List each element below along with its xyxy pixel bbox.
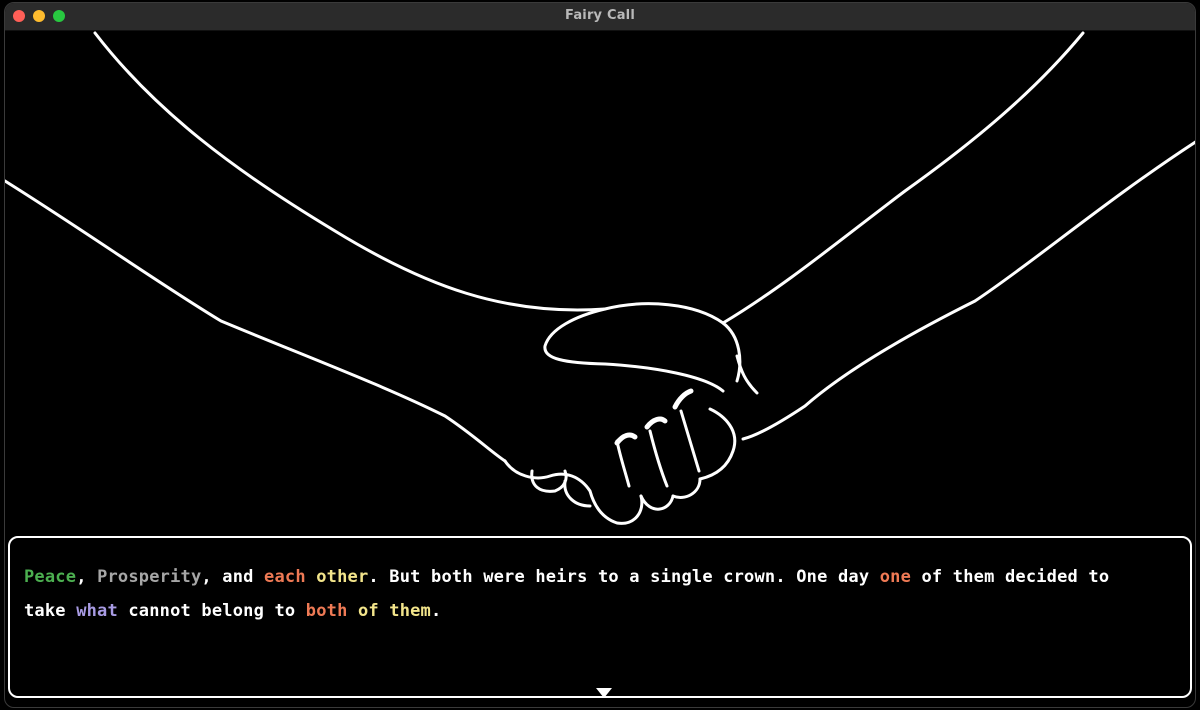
dialogue-segment [348,601,358,621]
dialogue-segment: both [305,601,348,621]
dialogue-segment: other [316,567,369,587]
title-bar: Fairy Call [5,3,1195,31]
dialogue-text: Peace, Prosperity, and each other. But b… [24,560,1150,628]
dialogue-segment: each [264,567,306,587]
dialogue-segment: what [76,601,118,621]
dialogue-segment: one [879,567,912,587]
dialogue-segment: . But both were heirs to a single crown.… [368,567,880,587]
dialogue-segment: cannot belong to [117,601,306,621]
dialogue-segment: . [431,601,442,621]
game-window: Fairy Call Peace, Prosperity, and each o… [4,2,1196,708]
window-title: Fairy Call [565,8,635,23]
dialogue-segment [306,567,316,587]
dialogue-segment: , and [201,567,265,587]
handshake-illustration [5,31,1195,525]
dialogue-segment: Peace [24,567,77,587]
dialogue-segment: Prosperity [97,567,202,587]
dialogue-segment: , [76,567,98,587]
dialogue-box[interactable]: Peace, Prosperity, and each other. But b… [8,536,1192,698]
dialogue-segment: of them [357,601,431,621]
triangle-down-icon[interactable] [596,688,612,698]
